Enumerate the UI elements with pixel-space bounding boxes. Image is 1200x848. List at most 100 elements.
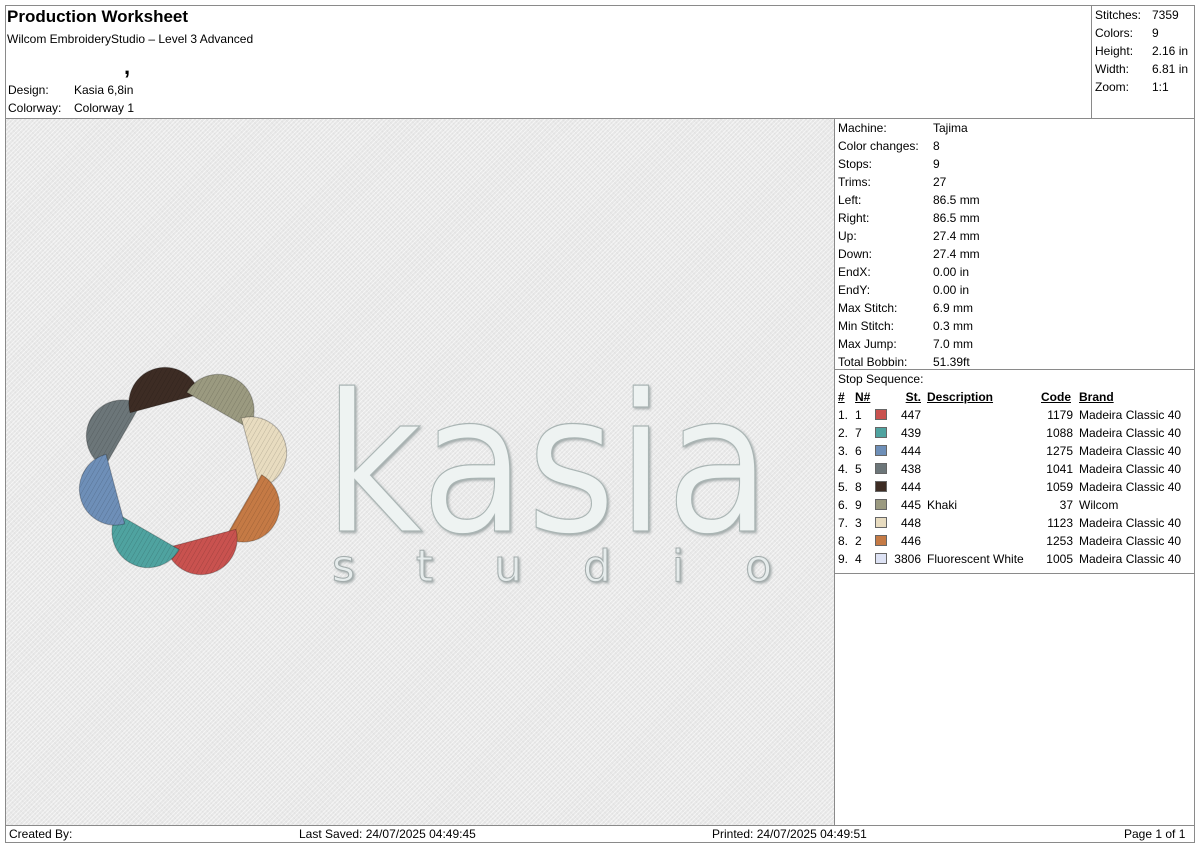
stop-stitches: 3806	[894, 552, 921, 566]
detail-label: Min Stitch:	[838, 319, 895, 333]
summary-value: 7359	[1152, 8, 1179, 22]
summary-value: 2.16 in	[1152, 44, 1189, 58]
stop-code: 1275	[1046, 444, 1073, 458]
stop-code: 1059	[1046, 480, 1073, 494]
detail-label: Right:	[838, 211, 870, 225]
stop-stitches: 446	[900, 534, 921, 548]
detail-label: Down:	[838, 247, 873, 261]
petal-stitch-texture	[79, 454, 125, 526]
stop-description: Fluorescent White	[927, 552, 1024, 566]
detail-label: Trims:	[838, 175, 871, 189]
stop-code: 1123	[1047, 516, 1073, 530]
detail-value: 0.00 in	[933, 265, 970, 279]
embroidery-preview-canvas: kasia studio	[78, 353, 773, 593]
stop-brand: Madeira Classic 40	[1079, 444, 1182, 458]
last-saved: Last Saved: 24/07/2025 04:49:45	[299, 827, 476, 841]
software-subtitle: Wilcom EmbroideryStudio – Level 3 Advanc…	[7, 32, 254, 46]
stop-stitches: 444	[900, 444, 921, 458]
colorway-value: Colorway 1	[74, 101, 135, 115]
page-number: Page 1 of 1	[1124, 827, 1186, 841]
detail-value: 0.3 mm	[933, 319, 974, 333]
stop-brand: Madeira Classic 40	[1079, 462, 1182, 476]
col-header-code: Code	[1041, 390, 1071, 404]
summary-value: 6.81 in	[1152, 62, 1189, 76]
stop-stitches: 439	[900, 426, 921, 440]
stop-brand: Madeira Classic 40	[1079, 552, 1182, 566]
stop-index: 2.	[838, 426, 849, 440]
printed-date: Printed: 24/07/2025 04:49:51	[712, 827, 867, 841]
detail-value: 7.0 mm	[933, 337, 974, 351]
design-value: Kasia 6,8in	[74, 83, 134, 97]
stop-index: 1.	[838, 408, 849, 422]
detail-label: Up:	[838, 229, 857, 243]
stop-description: Khaki	[927, 498, 958, 512]
stop-needle: 5	[855, 462, 862, 476]
stop-code: 37	[1059, 498, 1073, 512]
detail-label: EndX:	[838, 265, 871, 279]
stop-needle: 8	[855, 480, 862, 494]
stop-index: 5.	[838, 480, 849, 494]
col-header-brand: Brand	[1079, 390, 1114, 404]
detail-label: Max Jump:	[838, 337, 897, 351]
blank-panel	[834, 573, 1195, 826]
stop-index: 8.	[838, 534, 849, 548]
page-title: Production Worksheet	[7, 7, 189, 26]
stop-index: 3.	[838, 444, 849, 458]
summary-label: Zoom:	[1095, 80, 1130, 94]
colorway-label: Colorway:	[8, 101, 62, 115]
stop-stitches: 438	[900, 462, 921, 476]
design-label: Design:	[8, 83, 49, 97]
stop-index: 4.	[838, 462, 849, 476]
detail-value: 9	[933, 157, 940, 171]
design-preview: kasia studio	[5, 118, 835, 826]
summary-label: Colors:	[1095, 26, 1134, 40]
detail-value: 8	[933, 139, 940, 153]
stop-index: 9.	[838, 552, 849, 566]
stop-sequence-title: Stop Sequence:	[838, 372, 924, 386]
detail-value: 27	[933, 175, 947, 189]
stop-needle: 9	[855, 498, 862, 512]
stop-code: 1005	[1046, 552, 1073, 566]
stop-index: 7.	[838, 516, 849, 530]
stop-needle: 4	[855, 552, 862, 566]
logo-aperture-mark	[78, 366, 288, 576]
stop-code: 1088	[1046, 426, 1073, 440]
stop-code: 1253	[1046, 534, 1073, 548]
logo-wordmark: kasia	[324, 354, 772, 577]
stop-brand: Madeira Classic 40	[1079, 408, 1182, 422]
detail-value: Tajima	[933, 121, 968, 135]
detail-label: EndY:	[838, 283, 871, 297]
summary-label: Height:	[1095, 44, 1134, 58]
stop-sequence-panel: Stop Sequence: # N# St. Description Code…	[834, 369, 1195, 574]
stop-index: 6.	[838, 498, 849, 512]
stop-code: 1179	[1047, 408, 1073, 422]
summary-label: Width:	[1095, 62, 1130, 76]
stop-stitches: 444	[900, 480, 921, 494]
stop-stitches: 448	[900, 516, 921, 530]
stop-brand: Madeira Classic 40	[1079, 480, 1182, 494]
summary-value: 1:1	[1152, 80, 1169, 94]
stop-brand: Madeira Classic 40	[1079, 426, 1182, 440]
stop-needle: 3	[855, 516, 862, 530]
stop-brand: Madeira Classic 40	[1079, 534, 1182, 548]
stop-stitches: 445	[900, 498, 921, 512]
stop-needle: 6	[855, 444, 862, 458]
stop-needle: 2	[855, 534, 862, 548]
stop-needle: 7	[855, 426, 862, 440]
col-header-number: #	[838, 390, 845, 404]
stop-brand: Madeira Classic 40	[1079, 516, 1182, 530]
summary-panel: Stitches: 7359 Colors: 9 Height: 2.16 in Width…	[1091, 5, 1195, 119]
detail-value: 0.00 in	[933, 283, 970, 297]
detail-value: 86.5 mm	[933, 211, 980, 225]
detail-label: Left:	[838, 193, 862, 207]
detail-label: Color changes:	[838, 139, 919, 153]
summary-label: Stitches:	[1095, 8, 1142, 22]
col-header-needle: N#	[855, 390, 871, 404]
detail-label: Machine:	[838, 121, 887, 135]
col-header-description: Description	[927, 390, 994, 404]
detail-label: Stops:	[838, 157, 873, 171]
created-by: Created By:	[9, 827, 73, 841]
summary-value: 9	[1152, 26, 1159, 40]
detail-value: 6.9 mm	[933, 301, 974, 315]
stop-brand: Wilcom	[1079, 498, 1119, 512]
